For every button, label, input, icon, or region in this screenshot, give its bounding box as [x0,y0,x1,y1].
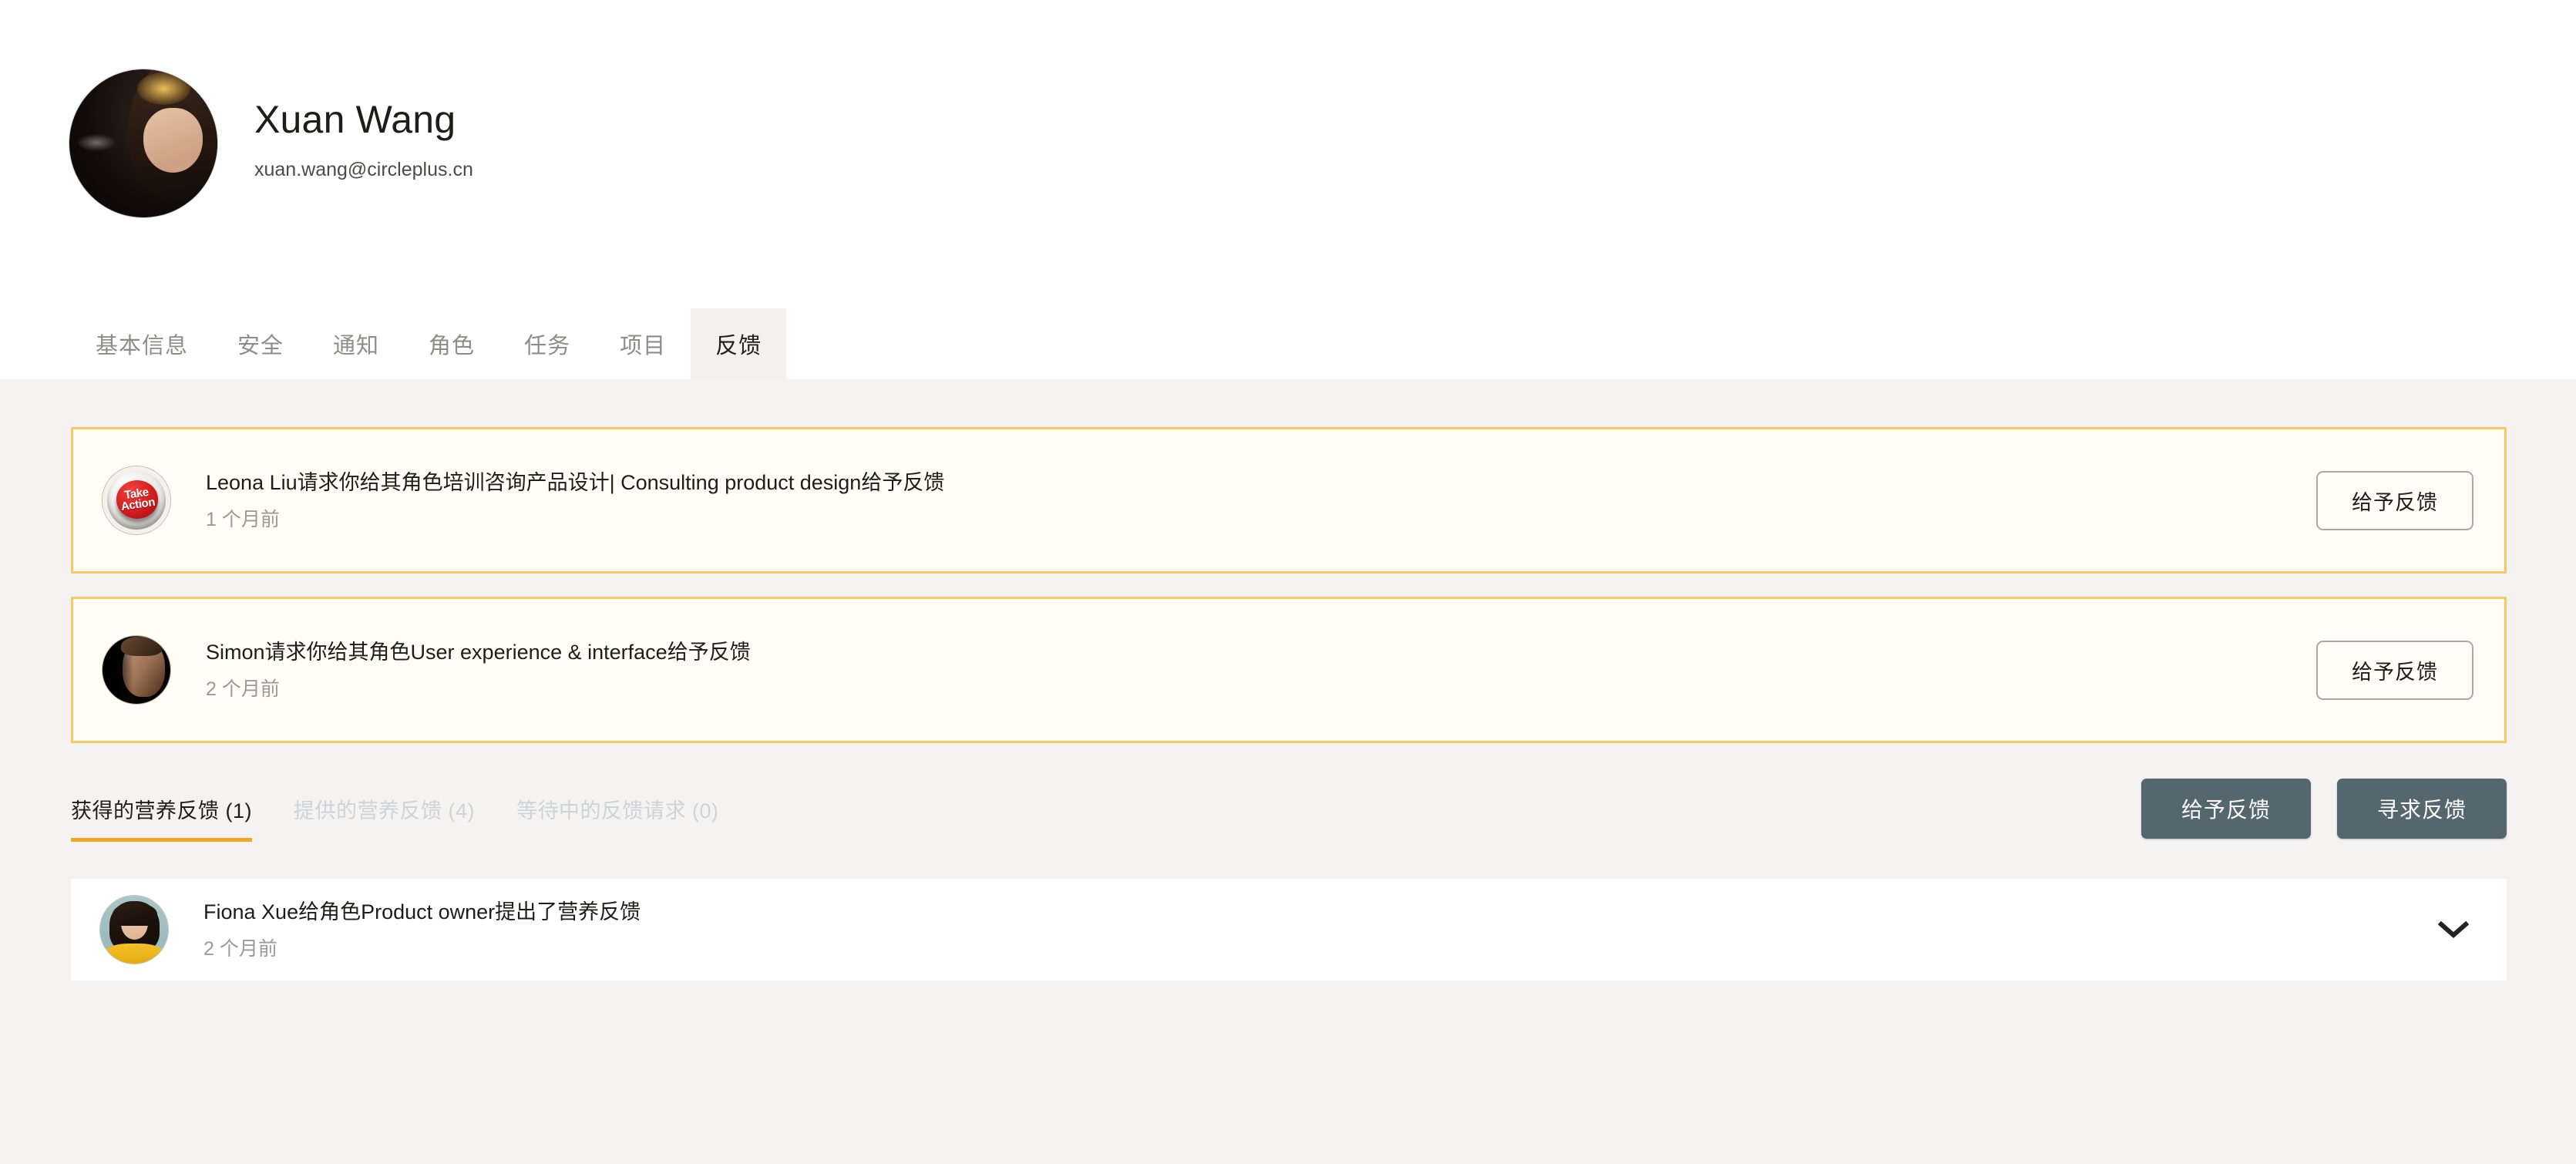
filter-label: 获得的营养反馈 [71,799,220,823]
filter-label: 等待中的反馈请求 [516,799,687,823]
list-item[interactable]: Fiona Xue给角色Product owner提出了营养反馈 2 个月前 [71,879,2507,981]
feedback-title: Fiona Xue给角色Product owner提出了营养反馈 [203,900,641,924]
user-avatar-photo [69,69,217,217]
tab-projects[interactable]: 项目 [595,308,691,379]
user-email: xuan.wang@circleplus.cn [254,159,473,180]
request-title: Leona Liu请求你给其角色培训咨询产品设计| Consulting pro… [206,471,945,495]
tab-basic-info[interactable]: 基本信息 [71,308,213,379]
filter-count: (1) [225,799,253,823]
request-timestamp: 1 个月前 [206,508,280,530]
filter-received-feedback[interactable]: 获得的营养反馈 (1) [71,794,253,842]
profile-header: Xuan Wang xuan.wang@circleplus.cn [0,0,2576,308]
profile-tabbar: 基本信息 安全 通知 角色 任务 项目 反馈 [0,308,2576,379]
tab-notifications[interactable]: 通知 [308,308,404,379]
give-feedback-primary-button[interactable]: 给予反馈 [2141,779,2311,839]
take-action-button-avatar: Take Action [103,466,170,534]
filter-pending-requests[interactable]: 等待中的反馈请求 (0) [516,794,719,842]
give-feedback-button[interactable]: 给予反馈 [2316,640,2473,700]
feedback-content: Take Action Leona Liu请求你给其角色培训咨询产品设计| Con… [0,379,2576,1164]
feedback-list: Fiona Xue给角色Product owner提出了营养反馈 2 个月前 [71,879,2507,981]
feedback-request-card: Take Action Leona Liu请求你给其角色培训咨询产品设计| Con… [71,427,2507,574]
request-feedback-primary-button[interactable]: 寻求反馈 [2336,779,2507,839]
tab-tasks[interactable]: 任务 [499,308,595,379]
request-timestamp: 2 个月前 [206,678,280,700]
feedback-actions: 给予反馈 寻求反馈 [2141,779,2507,843]
filter-label: 提供的营养反馈 [294,799,442,823]
filter-action-row: 获得的营养反馈 (1) 提供的营养反馈 (4) 等待中的反馈请求 (0) 给予反… [71,779,2507,843]
feedback-filters: 获得的营养反馈 (1) 提供的营养反馈 (4) 等待中的反馈请求 (0) [71,794,719,843]
identity-block: Xuan Wang xuan.wang@circleplus.cn [254,69,473,181]
chevron-down-icon[interactable] [2436,912,2471,947]
feedback-request-card: Simon请求你给其角色User experience & interface给… [71,597,2507,743]
tab-feedback[interactable]: 反馈 [691,308,787,379]
request-title: Simon请求你给其角色User experience & interface给… [206,641,751,664]
filter-provided-feedback[interactable]: 提供的营养反馈 (4) [294,794,475,842]
simon-avatar-photo [103,636,170,704]
tab-security[interactable]: 安全 [213,308,308,379]
tab-roles[interactable]: 角色 [404,308,499,379]
filter-count: (0) [692,799,719,823]
page-title: Xuan Wang [254,98,456,141]
fiona-xue-avatar-photo [100,896,168,964]
give-feedback-button[interactable]: 给予反馈 [2316,470,2473,530]
filter-count: (4) [448,799,476,823]
feedback-timestamp: 2 个月前 [203,937,277,960]
